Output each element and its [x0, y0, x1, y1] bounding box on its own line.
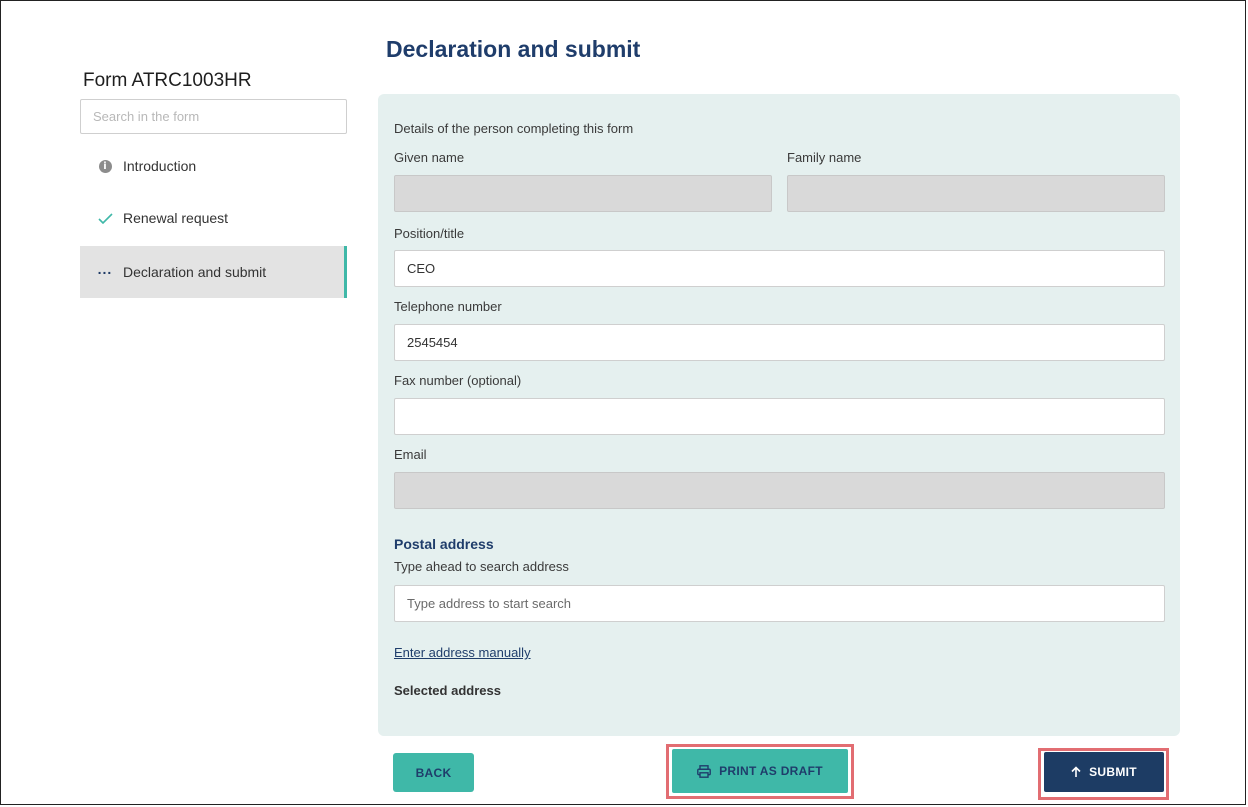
sidebar-item-label: Declaration and submit [123, 264, 267, 280]
page-title: Declaration and submit [386, 36, 641, 62]
postal-address-heading: Postal address [394, 536, 494, 552]
email-label: Email [394, 447, 427, 462]
selected-address-label: Selected address [394, 683, 501, 698]
sidebar-item-introduction[interactable]: i Introduction [80, 140, 347, 192]
print-button-label: PRINT AS DRAFT [719, 764, 823, 778]
address-search-input[interactable] [394, 585, 1165, 622]
submit-button-label: SUBMIT [1089, 765, 1137, 779]
print-as-draft-button[interactable]: PRINT AS DRAFT [672, 749, 848, 793]
printer-icon [697, 764, 712, 778]
search-input[interactable] [80, 99, 347, 134]
given-name-label: Given name [394, 150, 465, 165]
section-intro-text: Details of the person completing this fo… [394, 121, 634, 136]
telephone-field[interactable] [394, 324, 1165, 361]
position-field[interactable] [394, 250, 1165, 287]
more-dots-icon: ... [97, 261, 113, 277]
sidebar-item-renewal-request[interactable]: Renewal request [80, 192, 347, 244]
fax-label: Fax number (optional) [394, 373, 522, 388]
family-name-label: Family name [787, 150, 862, 165]
arrow-up-icon [1071, 766, 1081, 778]
postal-address-hint: Type ahead to search address [394, 559, 569, 574]
email-field [394, 472, 1165, 509]
back-button-label: BACK [415, 765, 452, 780]
submit-button[interactable]: SUBMIT [1044, 752, 1164, 792]
back-button[interactable]: BACK [393, 753, 474, 792]
enter-address-manually-link[interactable]: Enter address manually [394, 645, 531, 660]
given-name-field [394, 175, 772, 212]
fax-field[interactable] [394, 398, 1165, 435]
check-icon [97, 210, 113, 226]
sidebar-item-label: Introduction [123, 158, 197, 174]
sidebar-item-label: Renewal request [123, 210, 229, 226]
telephone-label: Telephone number [394, 299, 502, 314]
sidebar-item-declaration-and-submit[interactable]: ... Declaration and submit [80, 246, 347, 298]
form-title: Form ATRC1003HR [83, 70, 252, 91]
info-icon: i [97, 158, 113, 174]
family-name-field [787, 175, 1165, 212]
position-label: Position/title [394, 226, 465, 241]
